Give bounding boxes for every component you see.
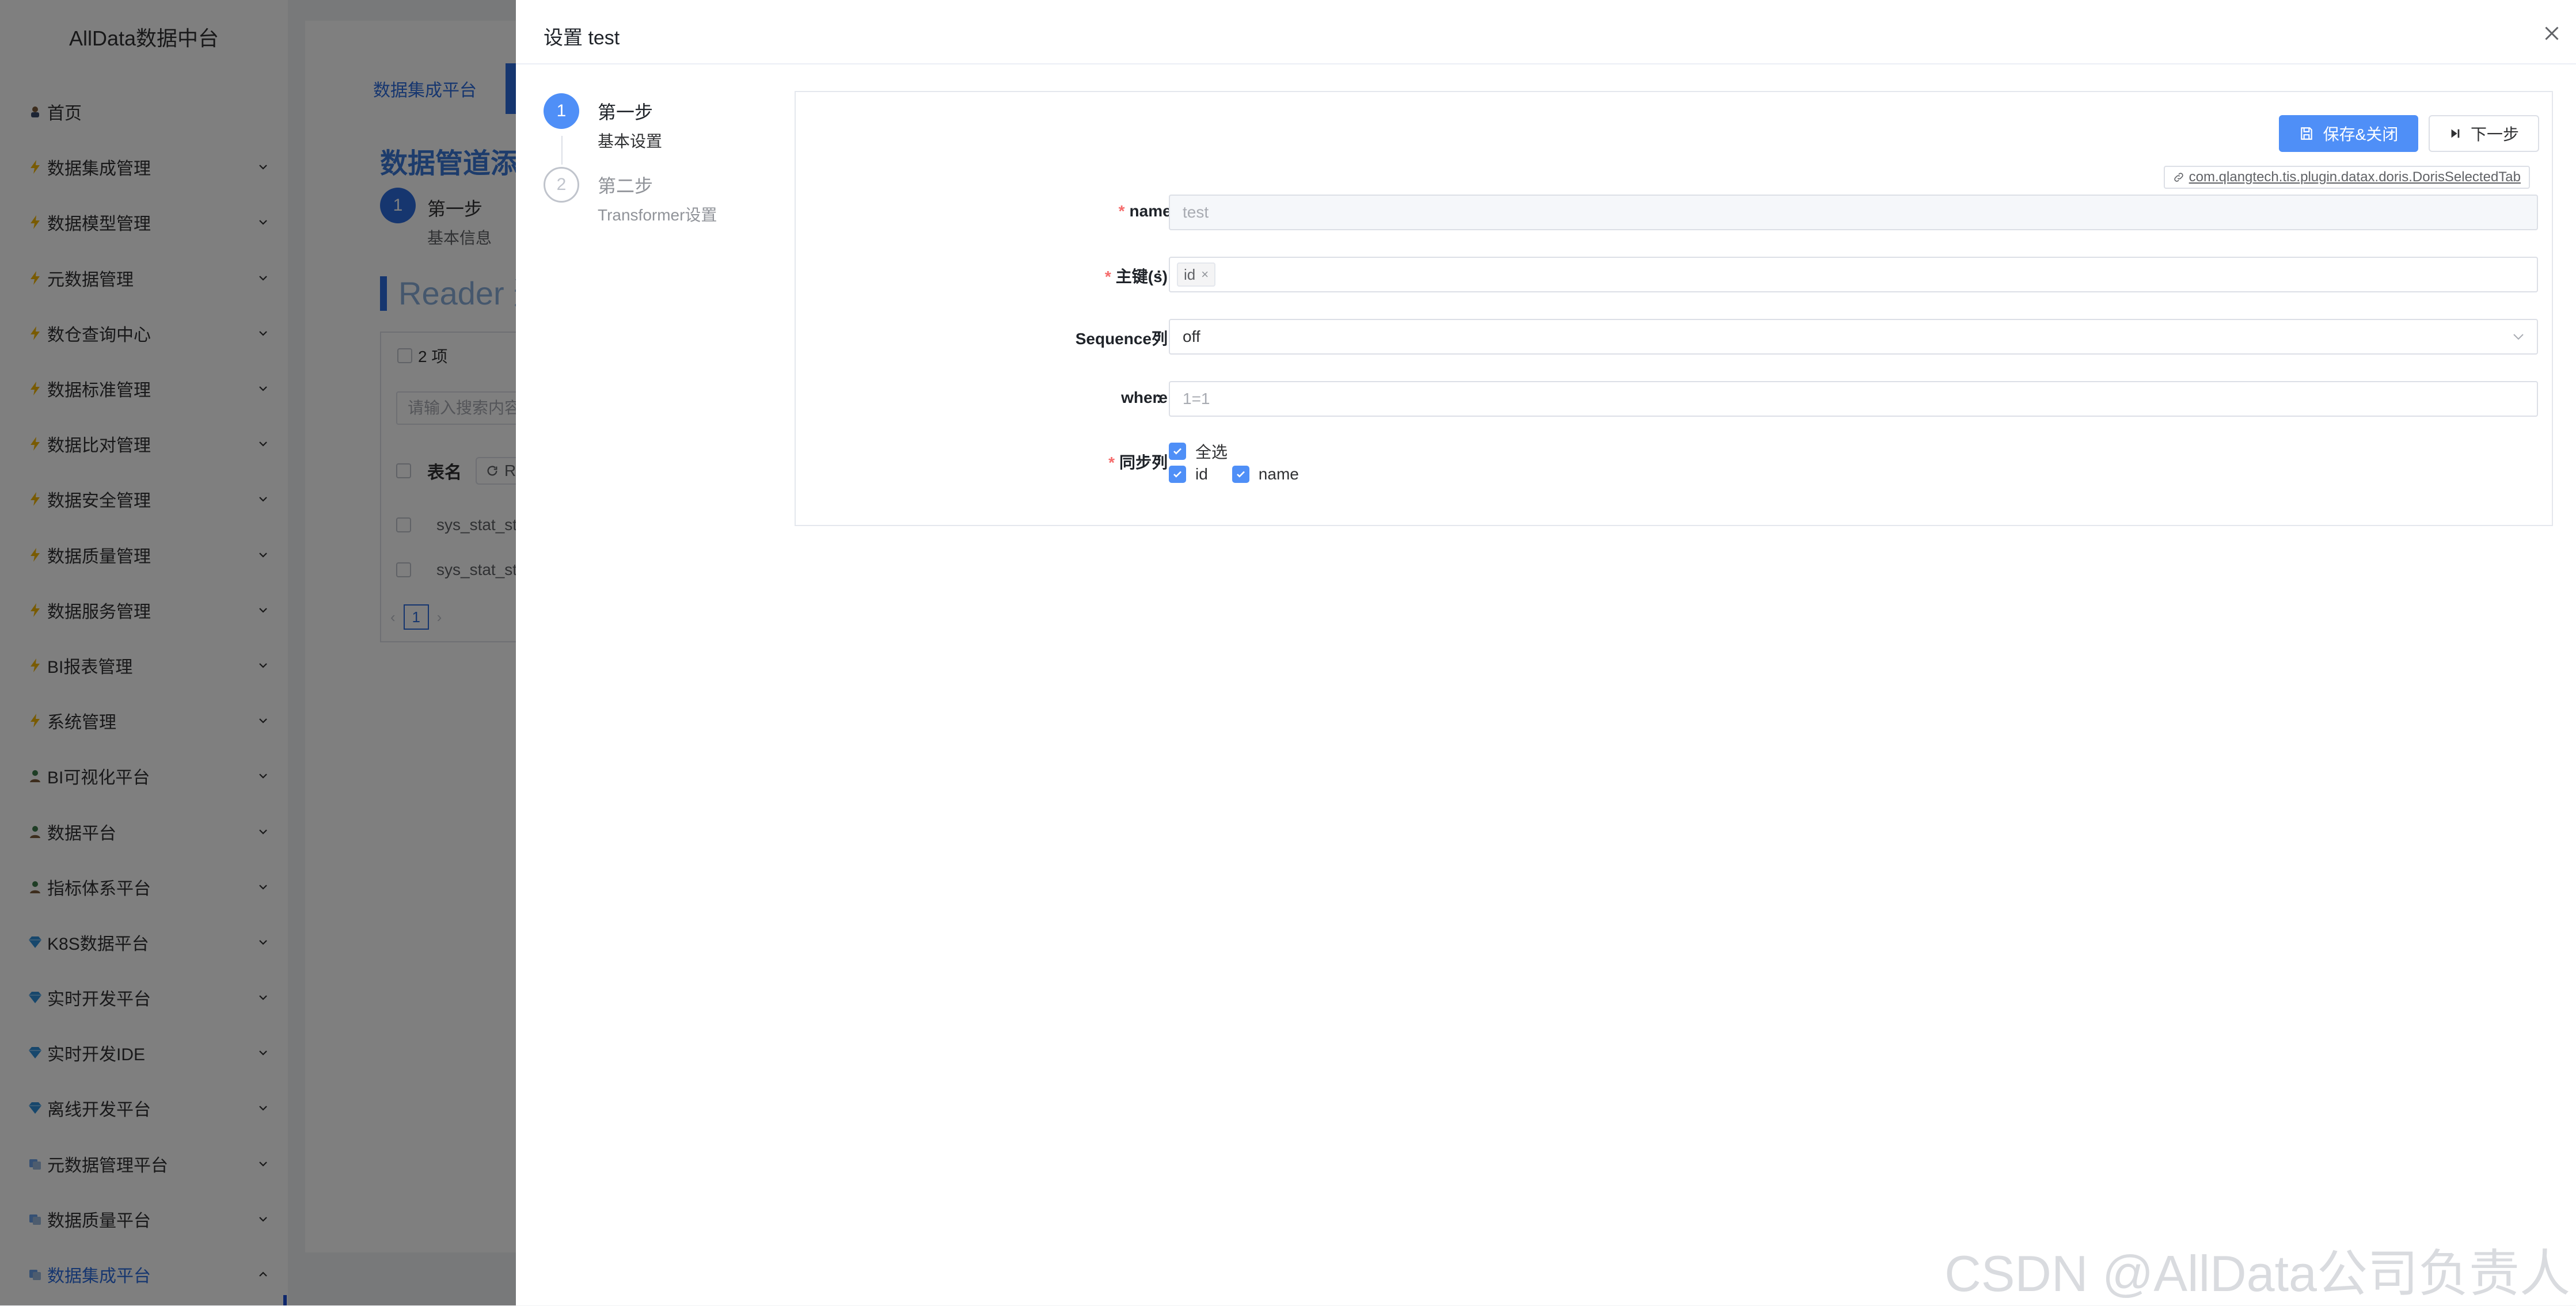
step-one-number: 1 — [544, 93, 579, 129]
watermark: CSDN @AllData公司负责人 — [1944, 1245, 2570, 1302]
name-label-text: name — [1129, 202, 1172, 220]
required-mark: * — [1104, 268, 1111, 285]
sequence-value: off — [1183, 328, 1200, 345]
tag-label: id — [1184, 265, 1196, 283]
close-icon[interactable] — [2541, 23, 2562, 44]
step-two-number: 2 — [544, 167, 579, 203]
check-icon — [1173, 471, 1181, 478]
check-icon — [1236, 471, 1245, 478]
form-panel: 保存&关闭 下一步 com.qlangtech.tis.plugin.datax… — [795, 91, 2553, 526]
checkbox-checked[interactable] — [1169, 443, 1186, 460]
step-forward-icon — [2451, 129, 2460, 138]
selected-tag: id × — [1177, 262, 1216, 287]
check-icon — [1173, 448, 1181, 455]
settings-drawer: 设置 test 1 第一步 基本设置 2 第二步 Transformer设置 保… — [516, 0, 2576, 1305]
column-label: name — [1258, 465, 1299, 483]
plugin-link[interactable]: com.qlangtech.tis.plugin.datax.doris.Dor… — [2163, 166, 2530, 189]
select-all-label: 全选 — [1195, 443, 1228, 461]
save-close-label: 保存&关闭 — [2323, 125, 2399, 143]
select-all-checkbox[interactable]: 全选 — [1169, 440, 1228, 463]
column-checkbox-group: id name — [1169, 465, 1299, 483]
primary-key-select[interactable]: id × — [1169, 257, 2538, 292]
tag-close-icon[interactable]: × — [1201, 267, 1209, 282]
link-icon — [2174, 173, 2183, 182]
step-connector — [561, 136, 563, 165]
step-one-desc: 基本设置 — [598, 132, 663, 150]
where-input[interactable]: 1=1 — [1169, 381, 2538, 417]
drawer-divider — [516, 63, 2576, 64]
plugin-class-name: com.qlangtech.tis.plugin.datax.doris.Dor… — [2189, 169, 2521, 185]
checkbox-checked[interactable] — [1232, 466, 1249, 483]
checkbox-checked[interactable] — [1169, 466, 1186, 483]
drawer-title: 设置 test — [544, 27, 620, 49]
save-icon — [2300, 127, 2312, 140]
next-step-button[interactable]: 下一步 — [2429, 115, 2539, 152]
step-two-desc: Transformer设置 — [598, 206, 717, 224]
sequence-select[interactable]: off — [1169, 319, 2538, 355]
required-mark: * — [1118, 202, 1125, 220]
where-placeholder: 1=1 — [1183, 390, 1210, 408]
step-one-title: 第一步 — [598, 102, 654, 123]
colon: : — [1156, 264, 1162, 282]
step-two-title: 第二步 — [598, 176, 654, 196]
required-mark: * — [1108, 454, 1115, 471]
name-input: test — [1169, 195, 2538, 230]
colon: : — [1156, 389, 1162, 406]
colon: : — [1156, 450, 1162, 468]
colon: : — [1156, 326, 1162, 344]
next-step-label: 下一步 — [2470, 125, 2519, 143]
sequence-label: Sequence列 — [1075, 330, 1168, 348]
chevron-down-icon — [2513, 334, 2524, 340]
save-close-button[interactable]: 保存&关闭 — [2279, 115, 2418, 152]
name-label: *name: — [1119, 202, 1177, 220]
column-label: id — [1195, 465, 1208, 483]
